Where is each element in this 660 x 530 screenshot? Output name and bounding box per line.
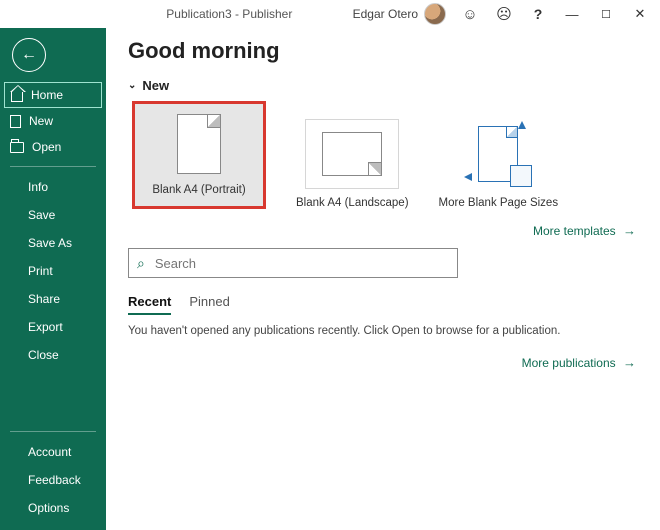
window-title: Publication3 - Publisher [106, 7, 353, 21]
template-blank-a4-portrait[interactable]: Blank A4 (Portrait) [132, 101, 266, 209]
nav-close[interactable]: Close [0, 341, 106, 369]
close-window-button[interactable]: ✕ [624, 3, 656, 25]
page-portrait-icon [177, 114, 221, 174]
back-button[interactable]: ← [12, 38, 46, 72]
search-box[interactable]: ⌕ [128, 248, 458, 278]
nav-open[interactable]: Open [0, 134, 106, 160]
backstage-sidebar: ← Home New Open Info Save Save As Print … [0, 28, 106, 530]
nav-open-label: Open [32, 140, 61, 154]
template-blank-a4-landscape[interactable]: Blank A4 (Landscape) [296, 119, 409, 209]
nav-new[interactable]: New [0, 108, 106, 134]
new-doc-icon [10, 115, 21, 128]
more-publications-label: More publications [522, 356, 616, 370]
new-section-label: New [142, 78, 169, 93]
maximize-button[interactable]: ☐ [590, 3, 622, 25]
search-icon: ⌕ [137, 255, 145, 272]
nav-new-label: New [29, 114, 53, 128]
nav-home[interactable]: Home [4, 82, 102, 108]
account-control[interactable]: Edgar Otero [353, 3, 452, 25]
nav-export[interactable]: Export [0, 313, 106, 341]
more-publications-link[interactable]: More publications → [128, 349, 638, 380]
template-thumb [462, 119, 534, 189]
template-label: Blank A4 (Landscape) [296, 197, 409, 209]
avatar [424, 3, 446, 25]
empty-recent-message: You haven't opened any publications rece… [128, 325, 638, 337]
more-templates-link[interactable]: More templates → [128, 217, 638, 248]
template-gallery: Blank A4 (Portrait) Blank A4 (Landscape)… [128, 99, 638, 217]
nav-save[interactable]: Save [0, 201, 106, 229]
search-input[interactable] [155, 256, 449, 271]
nav-print[interactable]: Print [0, 257, 106, 285]
home-icon [11, 92, 23, 102]
nav-share[interactable]: Share [0, 285, 106, 313]
tab-recent[interactable]: Recent [128, 294, 171, 315]
main-content: Good morning ⌄ New Blank A4 (Portrait) B… [106, 28, 660, 530]
user-name: Edgar Otero [353, 7, 418, 21]
nav-save-as[interactable]: Save As [0, 229, 106, 257]
sidebar-divider [10, 431, 96, 432]
nav-options[interactable]: Options [0, 494, 106, 522]
template-label: More Blank Page Sizes [439, 197, 559, 209]
arrow-left-icon: ← [21, 46, 37, 64]
frown-feedback-icon[interactable]: ☹ [488, 3, 520, 25]
template-more-blank-sizes[interactable]: More Blank Page Sizes [439, 119, 559, 209]
greeting-heading: Good morning [128, 38, 638, 64]
help-icon[interactable]: ? [522, 3, 554, 25]
template-thumb [305, 119, 399, 189]
template-label: Blank A4 (Portrait) [152, 184, 245, 196]
chevron-down-icon: ⌄ [128, 80, 136, 91]
arrow-right-icon: → [623, 223, 636, 238]
nav-feedback[interactable]: Feedback [0, 466, 106, 494]
titlebar: Publication3 - Publisher Edgar Otero ☺ ☹… [0, 0, 660, 28]
nav-info[interactable]: Info [0, 173, 106, 201]
more-templates-label: More templates [533, 224, 616, 238]
arrow-right-icon: → [623, 355, 636, 370]
nav-account[interactable]: Account [0, 438, 106, 466]
smile-feedback-icon[interactable]: ☺ [454, 3, 486, 25]
open-folder-icon [10, 142, 24, 153]
recent-pinned-tabs: Recent Pinned [128, 294, 638, 315]
page-landscape-icon [322, 132, 382, 176]
minimize-button[interactable]: — [556, 3, 588, 25]
new-section-header[interactable]: ⌄ New [128, 78, 638, 93]
sidebar-divider [10, 166, 96, 167]
nav-home-label: Home [31, 88, 63, 102]
tab-pinned[interactable]: Pinned [189, 294, 229, 315]
